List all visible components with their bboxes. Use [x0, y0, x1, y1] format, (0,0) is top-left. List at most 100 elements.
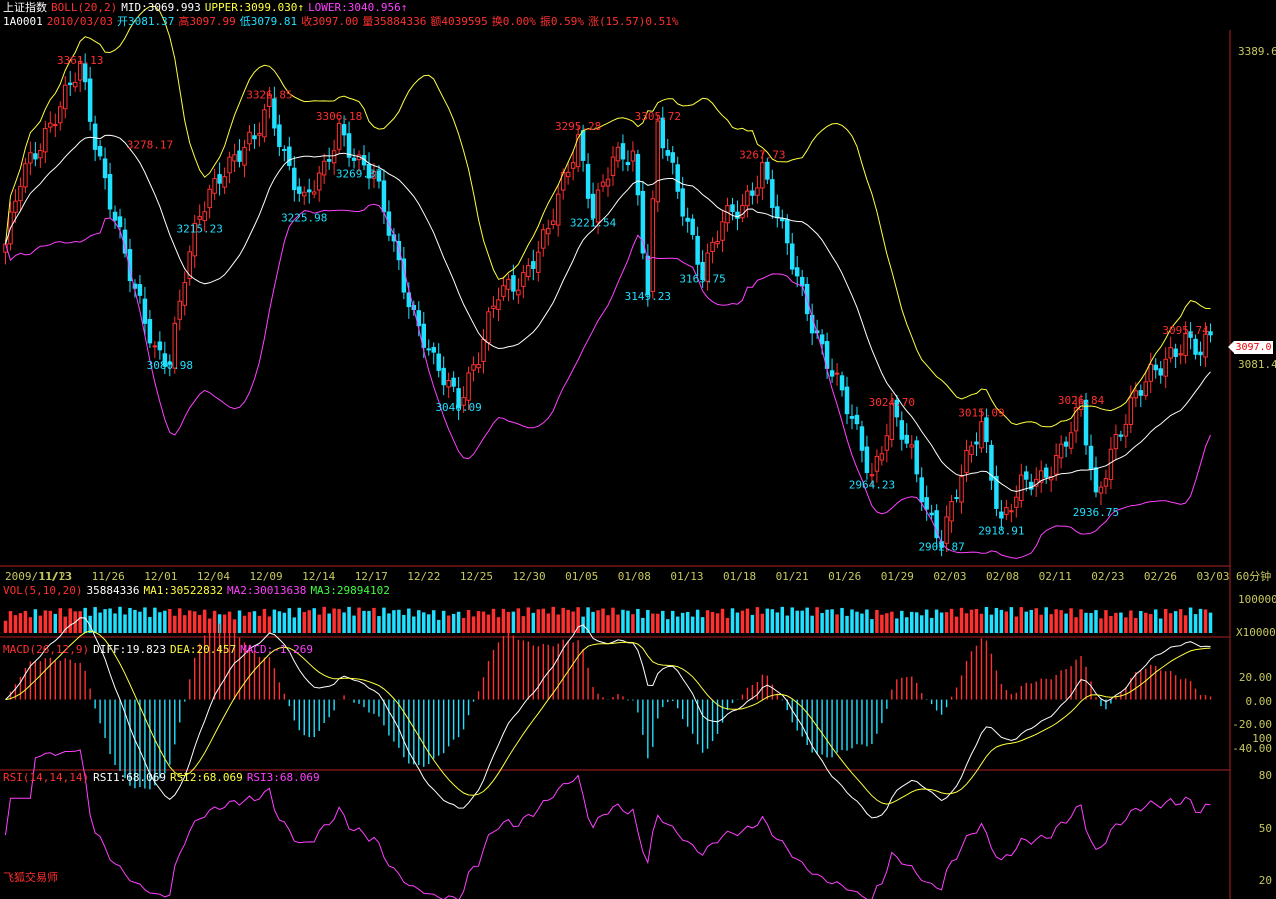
candle-body[interactable]	[1133, 390, 1139, 399]
volume-bar[interactable]	[646, 610, 650, 633]
volume-bar[interactable]	[1119, 612, 1123, 633]
volume-bar[interactable]	[1129, 610, 1133, 633]
candle-body[interactable]	[730, 204, 735, 212]
candle-body[interactable]	[770, 179, 775, 208]
candle-body[interactable]	[1128, 397, 1134, 425]
volume-bar[interactable]	[695, 609, 700, 633]
candle-body[interactable]	[87, 78, 93, 122]
volume-bar[interactable]	[969, 609, 974, 633]
volume-bar[interactable]	[491, 608, 496, 633]
volume-bar[interactable]	[964, 613, 969, 633]
volume-bar[interactable]	[685, 611, 690, 633]
candle-body[interactable]	[466, 372, 471, 401]
candle-body[interactable]	[297, 186, 302, 194]
volume-bar[interactable]	[422, 612, 426, 633]
candle-body[interactable]	[63, 84, 68, 110]
volume-bar[interactable]	[38, 615, 43, 633]
candle-body[interactable]	[1098, 486, 1104, 494]
volume-bar[interactable]	[58, 608, 63, 633]
volume-bar[interactable]	[501, 608, 506, 633]
volume-bar[interactable]	[1084, 612, 1088, 633]
candle-body[interactable]	[580, 130, 586, 161]
volume-bar[interactable]	[516, 608, 521, 633]
volume-bar[interactable]	[740, 610, 745, 633]
volume-bar[interactable]	[367, 610, 371, 633]
candle-body[interactable]	[212, 178, 217, 194]
volume-bar[interactable]	[1109, 615, 1113, 633]
candle-body[interactable]	[496, 299, 501, 310]
volume-bar[interactable]	[1149, 614, 1153, 633]
volume-bar[interactable]	[451, 613, 456, 633]
volume-bar[interactable]	[641, 617, 645, 633]
volume-bar[interactable]	[387, 613, 391, 633]
volume-bar[interactable]	[885, 613, 889, 633]
candle-body[interactable]	[486, 311, 491, 344]
volume-bar[interactable]	[1144, 612, 1148, 633]
volume-bar[interactable]	[187, 610, 192, 633]
candle-body[interactable]	[1004, 507, 1009, 515]
candle-body[interactable]	[740, 204, 745, 219]
volume-bar[interactable]	[267, 616, 272, 633]
volume-bar[interactable]	[337, 609, 341, 633]
volume-bar[interactable]	[700, 617, 705, 633]
candle-body[interactable]	[755, 187, 760, 196]
volume-bar[interactable]	[347, 606, 351, 633]
candle-body[interactable]	[102, 158, 108, 179]
volume-bar[interactable]	[1059, 610, 1063, 633]
volume-bar[interactable]	[830, 609, 834, 633]
volume-bar[interactable]	[1074, 617, 1078, 633]
volume-bar[interactable]	[601, 608, 605, 633]
candle-body[interactable]	[541, 229, 546, 249]
volume-bar[interactable]	[765, 608, 770, 633]
volume-bar[interactable]	[690, 616, 695, 633]
volume-bar[interactable]	[820, 612, 824, 633]
volume-bar[interactable]	[561, 607, 565, 633]
volume-bar[interactable]	[890, 611, 894, 633]
volume-bar[interactable]	[949, 608, 954, 633]
candle-body[interactable]	[1088, 445, 1094, 470]
candle-body[interactable]	[262, 109, 267, 138]
candle-body[interactable]	[1093, 467, 1099, 493]
candle-body[interactable]	[53, 124, 58, 127]
volume-bar[interactable]	[506, 611, 511, 633]
volume-bar[interactable]	[417, 610, 421, 633]
candle-body[interactable]	[585, 163, 591, 199]
candle-body[interactable]	[720, 221, 725, 241]
volume-bar[interactable]	[282, 612, 287, 633]
volume-bar[interactable]	[656, 613, 660, 633]
candle-body[interactable]	[979, 421, 984, 449]
volume-bar[interactable]	[436, 619, 441, 633]
candle-body[interactable]	[874, 455, 880, 472]
volume-bar[interactable]	[999, 609, 1004, 633]
candle-body[interactable]	[665, 150, 670, 156]
candle-body[interactable]	[819, 334, 825, 345]
volume-bar[interactable]	[412, 616, 416, 633]
volume-bar[interactable]	[651, 613, 655, 633]
volume-bar[interactable]	[362, 610, 366, 633]
candle-body[interactable]	[904, 434, 910, 444]
candle-body[interactable]	[232, 154, 237, 162]
candle-body[interactable]	[1158, 368, 1163, 376]
candle-body[interactable]	[969, 445, 974, 455]
candle-body[interactable]	[909, 444, 914, 448]
volume-bar[interactable]	[715, 613, 720, 633]
candle-body[interactable]	[675, 164, 680, 192]
volume-bar[interactable]	[730, 608, 735, 633]
candle-body[interactable]	[516, 289, 521, 296]
volume-bar[interactable]	[397, 609, 401, 633]
volume-bar[interactable]	[287, 608, 292, 633]
candle-body[interactable]	[775, 206, 780, 219]
candle-body[interactable]	[1108, 448, 1114, 480]
volume-bar[interactable]	[929, 617, 934, 633]
volume-bar[interactable]	[496, 617, 501, 633]
volume-bar[interactable]	[720, 608, 725, 633]
volume-bar[interactable]	[541, 608, 546, 633]
volume-bar[interactable]	[895, 618, 899, 633]
volume-bar[interactable]	[1163, 608, 1168, 633]
candle-body[interactable]	[292, 167, 297, 191]
candle-body[interactable]	[112, 211, 118, 221]
volume-bar[interactable]	[43, 610, 48, 633]
candle-body[interactable]	[655, 120, 661, 203]
volume-bar[interactable]	[317, 614, 321, 633]
volume-bar[interactable]	[919, 615, 924, 633]
